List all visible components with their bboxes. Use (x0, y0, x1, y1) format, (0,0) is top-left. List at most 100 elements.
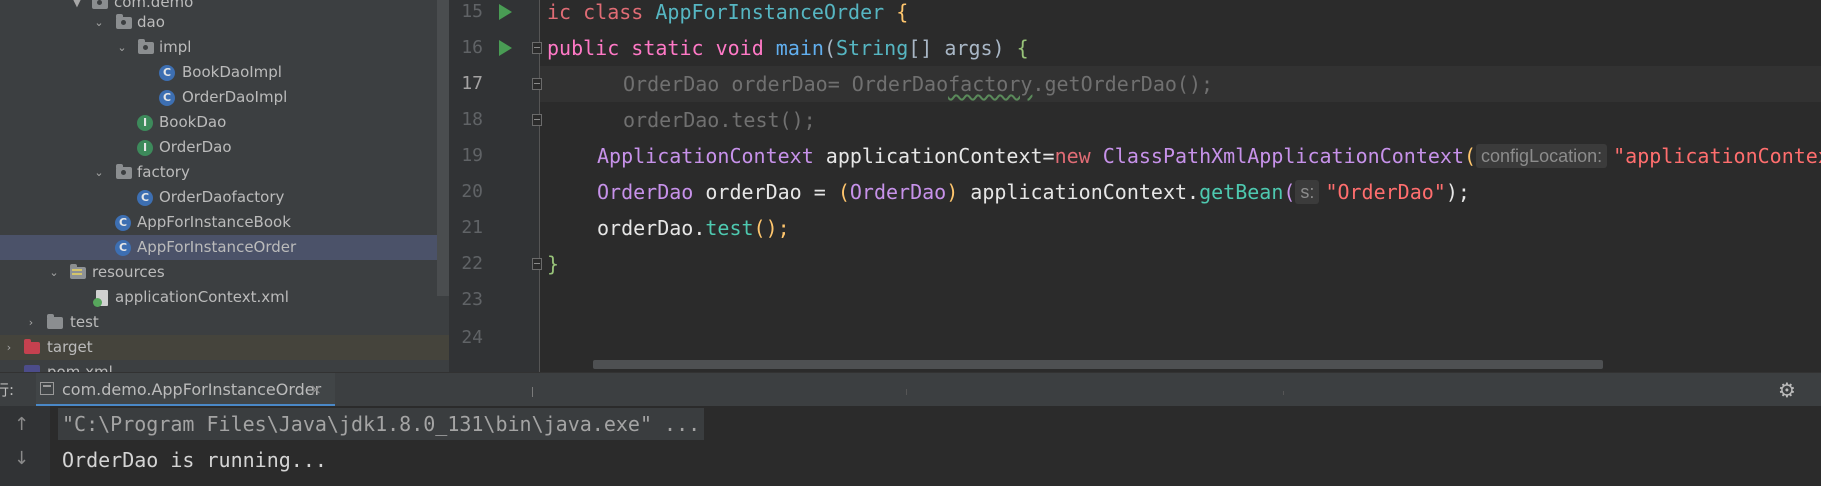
code-editor[interactable]: 15 16 17 18 19 20 21 22 23 24 ic class A… (449, 0, 1821, 372)
tree-item-applicationcontext-xml[interactable]: applicationContext.xml (0, 285, 449, 310)
code-class-name: ClassPathXmlApplicationContext (1102, 144, 1464, 168)
code-variable: applicationContext= (813, 144, 1055, 168)
tree-item-bookdao[interactable]: I BookDao (0, 110, 449, 135)
code-method: test (705, 216, 754, 240)
run-tab-appforinstanceorder[interactable]: com.demo.AppForInstanceOrder × (36, 373, 335, 407)
run-config-icon (40, 382, 54, 395)
code-paren: ( (1463, 144, 1477, 168)
package-icon (92, 0, 108, 9)
run-class-icon[interactable] (499, 4, 512, 20)
code-text: .getOrderDao(); (1032, 72, 1214, 96)
gear-icon[interactable]: ⚙ (1778, 380, 1796, 400)
code-method: main (775, 36, 824, 60)
code-line-15[interactable]: ic class AppForInstanceOrder { (547, 0, 908, 30)
line-number: 20 (461, 181, 483, 202)
arrow-up-icon[interactable]: ↑ (14, 414, 29, 435)
tree-item-pom-xml[interactable]: pom.xml (0, 360, 449, 372)
run-tab-label: com.demo.AppForInstanceOrder (62, 380, 322, 399)
class-icon: C (137, 190, 153, 206)
maven-file-icon (24, 365, 40, 372)
code-paren: ) (946, 180, 959, 204)
run-panel-label: 行: (0, 381, 15, 399)
tree-item-orderdaofactory[interactable]: C OrderDaofactory (0, 185, 449, 210)
code-line-21[interactable]: orderDao.test(); (597, 210, 790, 246)
code-keyword: new (1054, 144, 1103, 168)
code-string: "applicationContext.xml"); (1613, 144, 1821, 168)
chevron-right-icon[interactable]: › (2, 335, 16, 360)
class-icon: C (115, 215, 131, 231)
line-number: 19 (461, 145, 483, 166)
code-paren: ( (1283, 180, 1296, 204)
panel-divider (906, 389, 907, 395)
class-icon: C (159, 90, 175, 106)
code-method: getBean (1199, 180, 1284, 204)
code-line-17[interactable]: OrderDao orderDao= OrderDaofactory.getOr… (623, 66, 1213, 102)
editor-horizontal-scrollbar[interactable] (593, 360, 1603, 369)
line-number: 16 (461, 37, 483, 58)
class-icon: C (115, 240, 131, 256)
code-keyword: public static void (547, 36, 776, 60)
package-icon (138, 39, 154, 54)
fold-marker-icon[interactable] (532, 42, 542, 54)
code-brace: { (884, 0, 909, 24)
tree-item-factory[interactable]: ⌄ factory (0, 160, 449, 185)
code-string: "OrderDao" (1325, 180, 1446, 204)
line-number: 23 (461, 289, 483, 310)
code-line-20[interactable]: OrderDao orderDao = (OrderDao) applicati… (597, 174, 1470, 210)
line-number: 18 (461, 109, 483, 130)
gutter-divider (539, 0, 540, 372)
code-text: applicationContext. (958, 180, 1200, 204)
code-type: OrderDao (597, 180, 694, 204)
interface-icon: I (137, 140, 153, 156)
tree-item-target[interactable]: › target (0, 335, 449, 360)
chevron-right-icon[interactable]: › (24, 310, 38, 335)
console-output-line: OrderDao is running... (62, 448, 327, 472)
code-line-19[interactable]: ApplicationContext applicationContext=ne… (597, 138, 1821, 174)
code-brace: { (1016, 36, 1029, 60)
chevron-down-icon[interactable]: ⌄ (92, 10, 106, 35)
code-text: ); (1445, 180, 1470, 204)
tree-item-orderdao[interactable]: I OrderDao (0, 135, 449, 160)
code-brace: } (547, 252, 560, 276)
chevron-down-icon[interactable]: ⌄ (47, 260, 61, 285)
code-line-22[interactable]: } (547, 246, 559, 282)
xml-file-icon (93, 290, 108, 307)
tree-item-appforinstancebook[interactable]: C AppForInstanceBook (0, 210, 449, 235)
code-line-16[interactable]: public static void main(String[] args) { (547, 30, 1029, 66)
code-line-18[interactable]: orderDao.test(); (623, 102, 816, 138)
tree-item-dao[interactable]: ⌄ dao (0, 10, 449, 35)
tree-item-appforinstanceorder[interactable]: C AppForInstanceOrder (0, 235, 449, 260)
line-number: 21 (461, 217, 483, 238)
line-number: 22 (461, 253, 483, 274)
run-main-icon[interactable] (499, 40, 512, 56)
fold-marker-icon[interactable] (532, 78, 542, 90)
code-text: orderDao.test(); (623, 108, 816, 132)
tree-item-orderdaoimpl[interactable]: C OrderDaoImpl (0, 85, 449, 110)
arrow-down-icon[interactable]: ↓ (14, 448, 29, 469)
tree-item-impl[interactable]: ⌄ impl (0, 35, 449, 60)
tree-item-test[interactable]: › test (0, 310, 449, 335)
code-text: OrderDao orderDao= OrderDao (623, 72, 949, 96)
fold-marker-icon[interactable] (532, 258, 542, 270)
panel-divider (1283, 391, 1284, 395)
code-warning-text: factory (948, 72, 1033, 96)
code-params: [] args) (908, 36, 1017, 60)
tree-scrollbar[interactable] (437, 0, 449, 296)
tree-item-resources[interactable]: ⌄ resources (0, 260, 449, 285)
tree-item-bookdaoimpl[interactable]: C BookDaoImpl (0, 60, 449, 85)
package-icon (116, 164, 132, 179)
code-keyword: ic class (547, 0, 656, 24)
project-tree: ▼ com.demo ⌄ dao ⌄ impl C BookDaoImpl C … (0, 0, 449, 372)
chevron-down-icon[interactable]: ⌄ (92, 160, 106, 185)
close-icon[interactable]: × (310, 373, 322, 407)
fold-marker-icon[interactable] (532, 114, 542, 126)
console-command-line: "C:\Program Files\Java\jdk1.8.0_131\bin\… (58, 408, 705, 440)
code-text: (); (753, 216, 790, 240)
code-variable: orderDao = (693, 180, 838, 204)
run-console[interactable]: ↑ ↓ "C:\Program Files\Java\jdk1.8.0_131\… (0, 406, 1821, 486)
panel-divider (532, 387, 533, 397)
resources-folder-icon (70, 264, 86, 279)
line-number: 15 (461, 1, 483, 22)
package-icon (116, 14, 132, 29)
chevron-down-icon[interactable]: ⌄ (115, 35, 129, 60)
